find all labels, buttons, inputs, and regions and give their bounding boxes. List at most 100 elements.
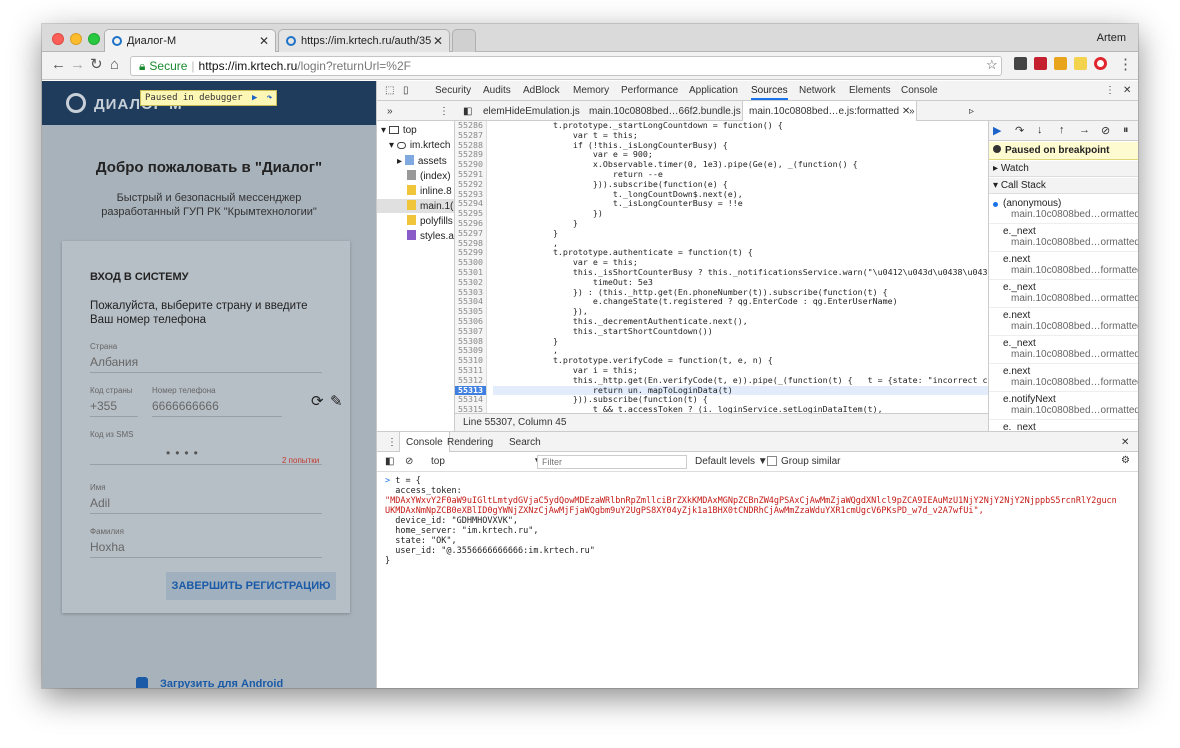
zoom-window-button[interactable] [88,33,100,45]
step-over-icon[interactable]: ↷ [1015,124,1024,137]
home-icon[interactable]: ⌂ [110,57,119,73]
deactivate-breakpoints-icon[interactable]: ⊘ [1101,124,1110,137]
tree-assets[interactable]: ▸ assets [397,155,447,167]
call-stack-frame[interactable]: e.next main.10c0808bed…formatted:6 [989,308,1138,336]
refresh-icon[interactable]: ⟳ [311,392,324,410]
close-tab-icon[interactable]: ✕ [259,34,269,48]
pencil-extension-icon[interactable] [1074,57,1087,70]
profile-name[interactable]: Artem [1097,32,1126,44]
call-stack-frame[interactable]: e._nextmain.10c0808bed…ormatted:7 [989,420,1138,431]
step-icon[interactable]: → [1079,124,1090,136]
sms-code-field[interactable]: •••• [166,446,203,460]
console-output[interactable]: > t = { access_token: "MDAxYWxvY2F0aW9uI… [377,472,1138,688]
file-tab[interactable]: main.10c0808bed…66f2.bundle.js [589,106,741,117]
tab-sources[interactable]: Sources [751,85,788,100]
resume-icon[interactable]: ▶︎ [993,124,1001,137]
resume-icon[interactable]: ▶︎ [252,93,257,103]
minimize-window-button[interactable] [70,33,82,45]
tree-styles[interactable]: styles.a [407,230,454,242]
close-tab-icon[interactable]: ✕ [430,34,443,48]
close-window-button[interactable] [52,33,64,45]
console-settings-gear-icon[interactable]: ⚙ [1121,455,1130,466]
call-stack-frame[interactable]: e.next main.10c0808bed…formatted:6 [989,252,1138,280]
new-tab-button[interactable] [452,29,476,52]
call-stack-frame[interactable]: e._next main.10c0808bed…ormatted:2 [989,280,1138,308]
pencil-icon[interactable]: ✎ [330,392,343,410]
watch-section-header[interactable]: ▸ Watch [989,161,1138,177]
step-out-icon[interactable]: ↑ [1059,124,1065,136]
close-drawer-icon[interactable]: ✕ [1121,437,1129,448]
shield-extension-icon[interactable] [1014,57,1027,70]
toggle-navigator-icon[interactable]: ◧ [463,106,472,117]
device-toolbar-icon[interactable]: ▯ [403,85,409,96]
tab-console[interactable]: Console [901,85,938,96]
pause-on-exceptions-icon[interactable]: ⏸ [1123,124,1129,137]
hand-extension-icon[interactable] [1054,57,1067,70]
line-number[interactable]: 55315 [455,404,486,413]
call-stack-frame[interactable]: (anonymous) main.10c0808bed…ormatted:5 [989,196,1138,224]
tab-elements[interactable]: Elements [849,85,891,96]
address-bar[interactable]: 🔒︎ Secure | https://im.krtech.ru/login?retu… [130,56,1002,76]
console-sidebar-icon[interactable]: ◧ [385,456,394,467]
tab-performance[interactable]: Performance [621,85,678,96]
devtools-panel: ⬚ ▯ Security Audits AdBlock Memory Perfo… [376,81,1138,688]
tab-audits[interactable]: Audits [483,85,511,96]
phone-field[interactable]: 6666666666 [152,399,219,413]
call-stack-frame[interactable]: e._next main.10c0808bed…ormatted:2 [989,336,1138,364]
bookmark-star-icon[interactable]: ☆ [986,57,998,73]
tree-inline[interactable]: inline.8 [407,185,452,197]
call-stack-frame[interactable]: e._next main.10c0808bed…ormatted:2 [989,224,1138,252]
more-files-icon[interactable]: » [909,106,915,117]
tab-adblock[interactable]: AdBlock [523,85,560,96]
android-download-link[interactable]: Загрузить для Android [136,677,283,688]
close-devtools-icon[interactable]: ✕ [1123,85,1131,96]
more-panels-icon[interactable]: » [387,106,393,117]
tab-application[interactable]: Application [689,85,738,96]
drawer-tab-rendering[interactable]: Rendering [447,437,493,448]
tree-host[interactable]: ▾ im.krtech [389,140,450,151]
browser-tab-dialog[interactable]: Диалог-М ✕ [104,29,276,52]
menu-kebab-icon[interactable]: ⋮ [1118,57,1133,73]
country-code-field[interactable]: +355 [90,399,117,413]
surname-underline [90,557,322,558]
clear-console-icon[interactable]: ⊘ [405,456,413,467]
tab-memory[interactable]: Memory [573,85,609,96]
code-editor[interactable]: 55286 55287 55288 55289 55290 55291 55292 55293… [455,121,988,413]
forward-arrow-icon[interactable]: → [70,57,85,73]
tree-main[interactable]: main.1( [377,199,454,213]
inspect-element-icon[interactable]: ⬚ [385,85,394,96]
flag-extension-icon[interactable] [1034,57,1047,70]
line-number-gutter[interactable]: 55286 55287 55288 55289 55290 55291 55292 55293… [455,121,487,413]
step-over-icon[interactable]: ↷ [267,93,272,103]
group-similar-checkbox[interactable] [767,456,777,466]
tab-title: https://im.krtech.ru/auth/3556 [301,35,444,47]
opera-extension-icon[interactable] [1094,57,1107,70]
drawer-tab-search[interactable]: Search [509,437,541,448]
call-stack-frame[interactable]: e.next main.10c0808bed…formatted:6 [989,364,1138,392]
toggle-debugger-icon[interactable]: ▹ [969,106,974,117]
drawer-menu-icon[interactable]: ⋮ [387,437,397,448]
tree-top[interactable]: ▾ top [381,125,417,136]
browser-tab-auth[interactable]: https://im.krtech.ru/auth/3556 ✕ [278,29,450,52]
back-arrow-icon[interactable]: ← [51,57,66,73]
reload-icon[interactable]: ↻ [90,57,103,73]
call-stack-frame[interactable]: e.notifyNext main.10c0808bed…ormatted:7 [989,392,1138,420]
finish-registration-button[interactable]: ЗАВЕРШИТЬ РЕГИСТРАЦИЮ [166,572,336,600]
file-tab-active[interactable]: main.10c0808bed…e.js:formatted ✕ [742,101,918,121]
country-select[interactable]: Албания [90,355,138,369]
context-selector[interactable]: top▼ [431,456,543,467]
devtools-menu-icon[interactable]: ⋮ [1105,85,1115,96]
tree-index[interactable]: (index) [407,170,451,182]
navigator-menu-icon[interactable]: ⋮ [439,106,449,117]
name-field[interactable]: Adil [90,496,110,510]
tab-network[interactable]: Network [799,85,836,96]
call-stack-section-header[interactable]: ▾ Call Stack [989,178,1138,194]
tab-security[interactable]: Security [435,85,471,96]
drawer-tab-console[interactable]: Console [399,432,450,452]
default-levels-dropdown[interactable]: Default levels ▼ [695,456,768,467]
tree-polyfills[interactable]: polyfills [407,215,453,227]
console-filter-input[interactable] [537,455,687,469]
step-into-icon[interactable]: ↓ [1037,124,1043,136]
file-tab[interactable]: elemHideEmulation.js [483,106,580,117]
surname-field[interactable]: Hoxha [90,540,125,554]
